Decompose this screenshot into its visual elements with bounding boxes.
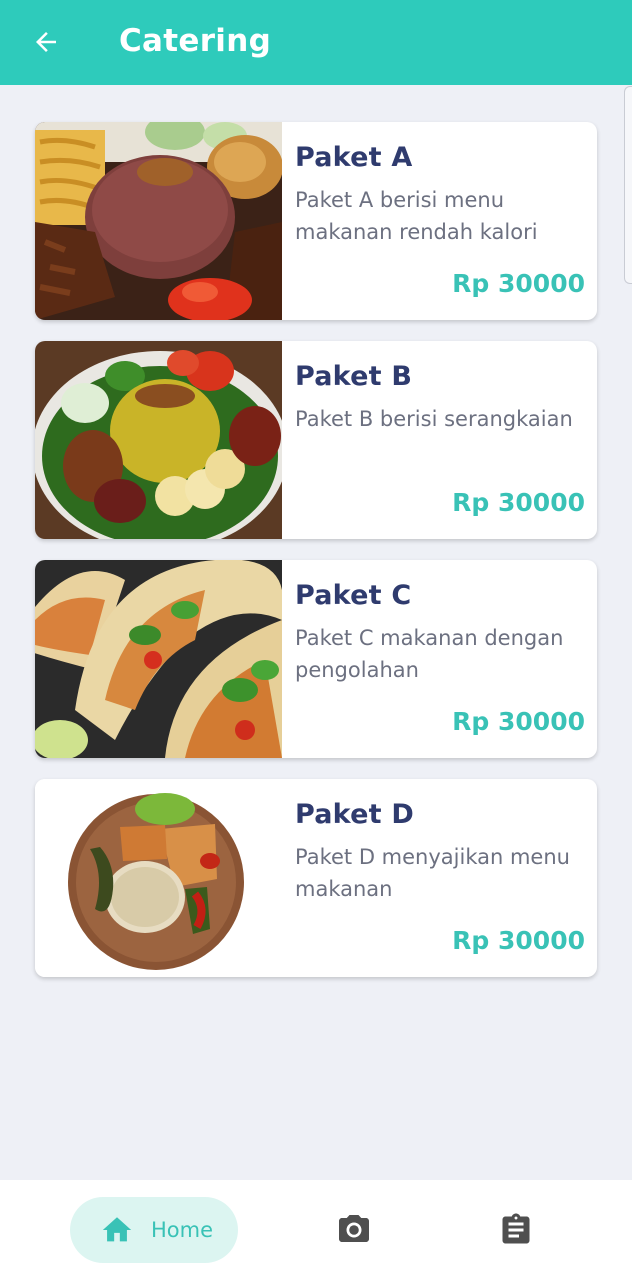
bottom-navigation: Home (0, 1180, 632, 1280)
package-title: Paket A (295, 142, 413, 173)
package-image-d (35, 779, 282, 977)
package-info-b: Paket B Paket B berisi serangkaian Rp 30… (282, 341, 597, 539)
back-button[interactable] (26, 22, 66, 62)
app-bar: Catering (0, 0, 632, 85)
nav-clipboard-button[interactable] (497, 1211, 535, 1249)
package-card-a[interactable]: Paket A Paket A berisi menu makanan rend… (35, 122, 597, 320)
package-description: Paket A berisi menu makanan rendah kalor… (295, 188, 538, 244)
scroll-indicator (624, 86, 632, 284)
package-image-b (35, 341, 282, 539)
camera-icon (339, 1215, 369, 1242)
package-title: Paket D (295, 799, 414, 830)
package-image-a (35, 122, 282, 320)
clipboard-icon (502, 1213, 530, 1244)
package-info-a: Paket A Paket A berisi menu makanan rend… (282, 122, 597, 320)
package-description: Paket B berisi serangkaian (295, 407, 573, 431)
package-title: Paket B (295, 361, 413, 392)
package-card-c[interactable]: Paket C Paket C makanan dengan pengolaha… (35, 560, 597, 758)
package-card-d[interactable]: Paket D Paket D menyajikan menu makanan … (35, 779, 597, 977)
package-card-b[interactable]: Paket B Paket B berisi serangkaian Rp 30… (35, 341, 597, 539)
package-info-d: Paket D Paket D menyajikan menu makanan … (282, 779, 597, 977)
package-price: Rp 30000 (452, 488, 585, 517)
nav-camera-button[interactable] (335, 1211, 373, 1249)
package-info-c: Paket C Paket C makanan dengan pengolaha… (282, 560, 597, 758)
home-icon (102, 1217, 132, 1242)
package-description: Paket D menyajikan menu makanan (295, 845, 570, 901)
package-list: Paket A Paket A berisi menu makanan rend… (35, 122, 597, 998)
package-price: Rp 30000 (452, 269, 585, 298)
package-price: Rp 30000 (452, 926, 585, 955)
package-image-c (35, 560, 282, 758)
nav-home-label: Home (151, 1218, 214, 1242)
arrow-left-icon (36, 32, 56, 52)
package-title: Paket C (295, 580, 412, 611)
nav-home-button[interactable]: Home (70, 1197, 238, 1263)
page-title: Catering (119, 23, 272, 59)
package-description: Paket C makanan dengan pengolahan (295, 626, 564, 682)
package-price: Rp 30000 (452, 707, 585, 736)
